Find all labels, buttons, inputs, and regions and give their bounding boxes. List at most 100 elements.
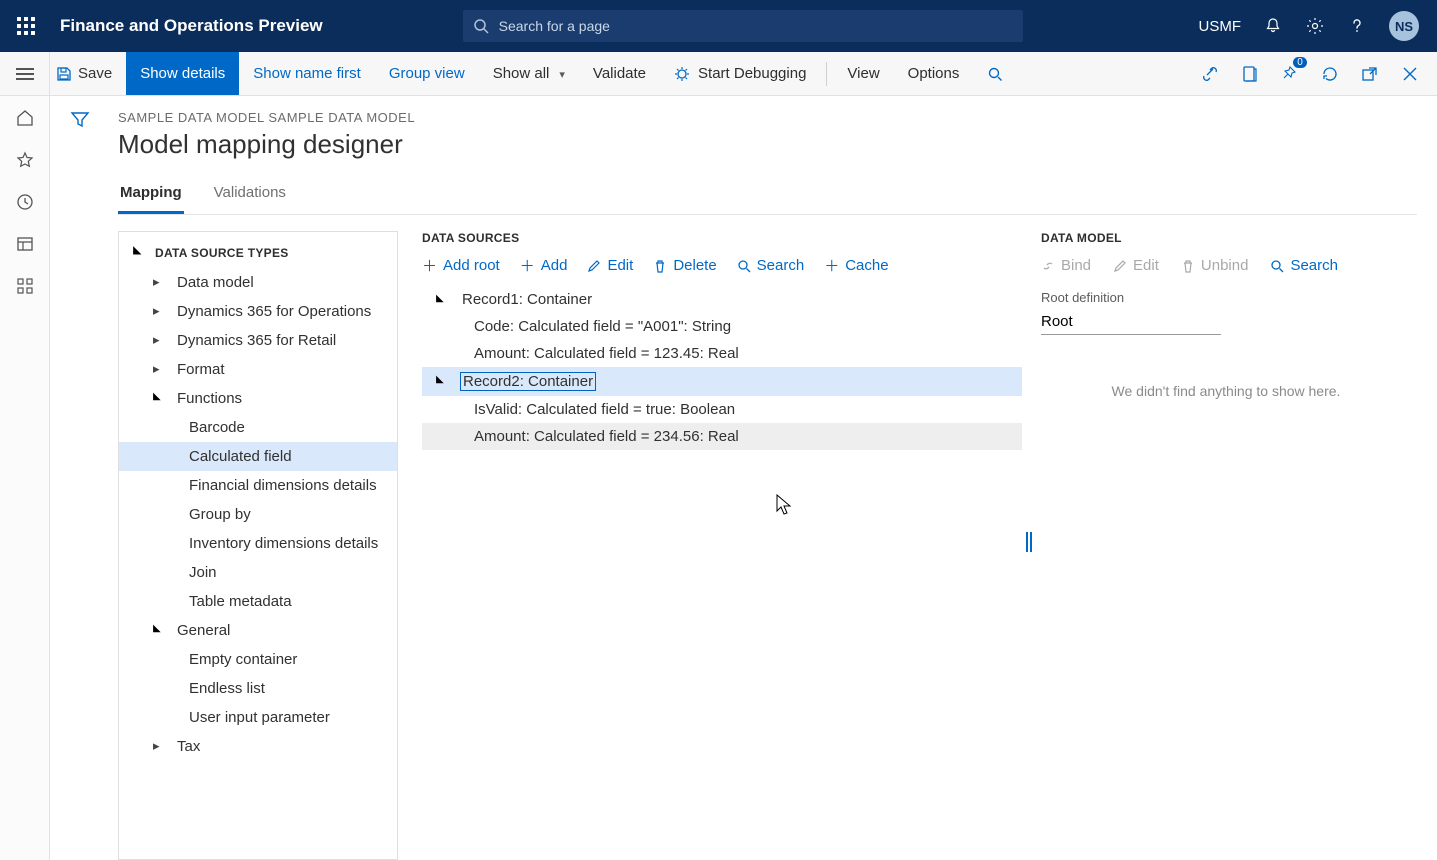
show-details-button[interactable]: Show details: [126, 52, 239, 95]
cache-button[interactable]: ＋Cache: [824, 255, 888, 276]
data-source-row[interactable]: Amount: Calculated field = 123.45: Real: [422, 340, 1022, 367]
data-model-header: DATA MODEL: [1041, 231, 1411, 245]
find-button[interactable]: [973, 52, 1017, 95]
tree-item[interactable]: Join: [119, 558, 397, 587]
pencil-icon: [587, 259, 601, 273]
plus-icon: ＋: [520, 255, 535, 276]
home-nav-button[interactable]: [13, 106, 37, 130]
separator: [826, 62, 827, 86]
search-icon: [1270, 259, 1284, 273]
view-label: View: [847, 65, 879, 82]
tree-item[interactable]: Barcode: [119, 413, 397, 442]
view-menu[interactable]: View: [833, 52, 893, 95]
show-details-label: Show details: [140, 65, 225, 82]
popout-button[interactable]: [1357, 61, 1383, 87]
tab-validations[interactable]: Validations: [212, 178, 288, 214]
tree-item[interactable]: Calculated field: [119, 442, 397, 471]
user-avatar[interactable]: NS: [1389, 11, 1419, 41]
tree-item[interactable]: Data model: [119, 268, 397, 297]
collapse-icon[interactable]: ◢: [436, 293, 444, 304]
tree-item[interactable]: Format: [119, 355, 397, 384]
add-button[interactable]: ＋Add: [520, 255, 568, 276]
tree-item[interactable]: Endless list: [119, 674, 397, 703]
book-icon: [1241, 65, 1259, 83]
edit-label: Edit: [607, 257, 633, 274]
app-title: Finance and Operations Preview: [60, 16, 323, 36]
tree-item[interactable]: Tax: [119, 732, 397, 761]
validate-button[interactable]: Validate: [579, 52, 660, 95]
modules-nav-button[interactable]: [13, 274, 37, 298]
tree-item[interactable]: Inventory dimensions details: [119, 529, 397, 558]
validate-label: Validate: [593, 65, 646, 82]
collapse-icon[interactable]: ◢: [436, 374, 444, 385]
plus-icon: ＋: [824, 255, 839, 276]
show-name-first-button[interactable]: Show name first: [239, 52, 375, 95]
global-search-input[interactable]: Search for a page: [463, 10, 1023, 42]
attachments-button[interactable]: 0: [1277, 61, 1303, 87]
tree-item[interactable]: Functions: [119, 384, 397, 413]
legal-entity-picker[interactable]: USMF: [1199, 18, 1242, 35]
delete-button[interactable]: Delete: [653, 257, 716, 274]
tree-item[interactable]: Table metadata: [119, 587, 397, 616]
app-launcher-button[interactable]: [8, 8, 44, 44]
tab-mapping[interactable]: Mapping: [118, 178, 184, 214]
splitter-handle[interactable]: [1026, 532, 1032, 552]
popout-icon: [1361, 65, 1379, 83]
data-source-row[interactable]: Code: Calculated field = "A001": String: [422, 313, 1022, 340]
save-button[interactable]: Save: [50, 52, 126, 95]
tree-item[interactable]: Dynamics 365 for Retail: [119, 326, 397, 355]
data-source-row[interactable]: ◢Record2: Container: [422, 367, 1022, 396]
open-new-button[interactable]: [1237, 61, 1263, 87]
row-label: Amount: Calculated field = 123.45: Real: [474, 345, 739, 362]
dm-edit-button[interactable]: Edit: [1113, 257, 1159, 274]
link-icon: [1041, 259, 1055, 273]
plus-icon: ＋: [422, 255, 437, 276]
tree-item[interactable]: Group by: [119, 500, 397, 529]
tree-item[interactable]: General: [119, 616, 397, 645]
help-button[interactable]: [1347, 16, 1367, 36]
link-button[interactable]: [1197, 61, 1223, 87]
debug-icon: [674, 66, 690, 82]
group-view-label: Group view: [389, 65, 465, 82]
group-view-button[interactable]: Group view: [375, 52, 479, 95]
tree-item[interactable]: Dynamics 365 for Operations: [119, 297, 397, 326]
nav-hamburger-button[interactable]: [0, 52, 50, 96]
row-label: Amount: Calculated field = 234.56: Real: [474, 428, 739, 445]
workspaces-nav-button[interactable]: [13, 232, 37, 256]
start-debugging-button[interactable]: Start Debugging: [660, 52, 820, 95]
notifications-button[interactable]: [1263, 16, 1283, 36]
dm-search-button[interactable]: Search: [1270, 257, 1338, 274]
bind-button[interactable]: Bind: [1041, 257, 1091, 274]
row-label: IsValid: Calculated field = true: Boolea…: [474, 401, 735, 418]
ds-search-button[interactable]: Search: [737, 257, 805, 274]
data-model-empty-text: We didn't find anything to show here.: [1041, 383, 1411, 399]
data-source-types-header[interactable]: DATA SOURCE TYPES: [119, 238, 397, 268]
waffle-icon: [17, 17, 35, 35]
favorites-nav-button[interactable]: [13, 148, 37, 172]
close-button[interactable]: [1397, 61, 1423, 87]
settings-button[interactable]: [1305, 16, 1325, 36]
tree-item[interactable]: User input parameter: [119, 703, 397, 732]
data-source-row[interactable]: IsValid: Calculated field = true: Boolea…: [422, 396, 1022, 423]
delete-label: Delete: [673, 257, 716, 274]
recent-nav-button[interactable]: [13, 190, 37, 214]
unbind-button[interactable]: Unbind: [1181, 257, 1249, 274]
show-all-dropdown[interactable]: Show all: [479, 52, 579, 95]
data-source-row[interactable]: ◢Record1: Container: [422, 286, 1022, 313]
filter-button[interactable]: [70, 110, 90, 860]
add-root-button[interactable]: ＋Add root: [422, 255, 500, 276]
clock-icon: [16, 193, 34, 211]
page-title: Model mapping designer: [118, 129, 1417, 160]
root-definition-input[interactable]: [1041, 309, 1221, 335]
funnel-icon: [70, 110, 90, 130]
dm-search-label: Search: [1290, 257, 1338, 274]
refresh-button[interactable]: [1317, 61, 1343, 87]
options-menu[interactable]: Options: [894, 52, 974, 95]
tree-item[interactable]: Empty container: [119, 645, 397, 674]
data-source-row[interactable]: Amount: Calculated field = 234.56: Real: [422, 423, 1022, 450]
tab-strip: Mapping Validations: [118, 178, 1417, 215]
show-name-first-label: Show name first: [253, 65, 361, 82]
left-nav-rail: [0, 96, 50, 860]
tree-item[interactable]: Financial dimensions details: [119, 471, 397, 500]
edit-button[interactable]: Edit: [587, 257, 633, 274]
